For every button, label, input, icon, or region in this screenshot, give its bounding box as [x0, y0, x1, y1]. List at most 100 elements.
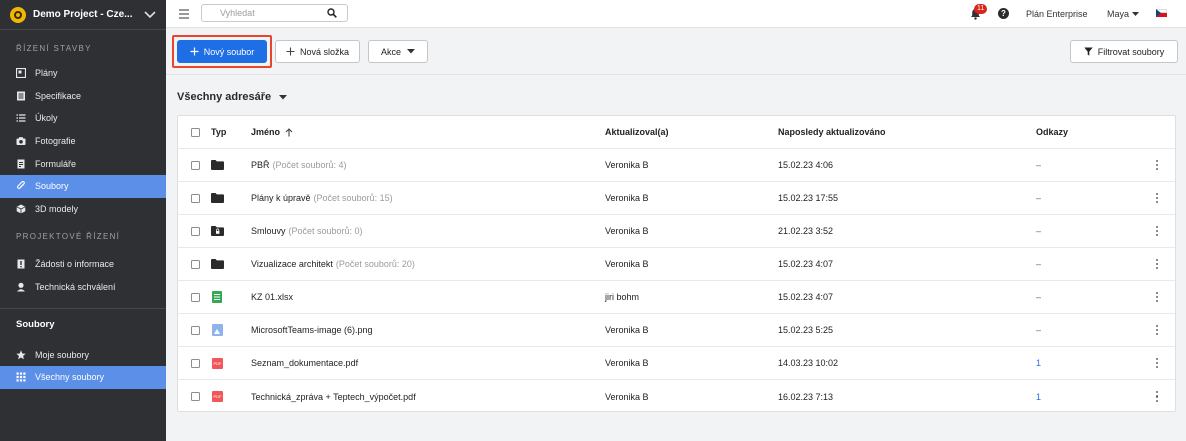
column-updated-by[interactable]: Aktualizoval(a)	[605, 116, 669, 148]
tasks-icon	[16, 113, 26, 123]
sidebar-item-3d-modely[interactable]: 3D modely	[0, 198, 166, 221]
sidebar-item-label: Plány	[35, 68, 58, 79]
filter-icon	[1084, 47, 1093, 56]
updated-by: Veronika B	[605, 325, 649, 335]
sidebar-item-label: Úkoly	[35, 113, 58, 124]
more-options-icon[interactable]	[1153, 149, 1161, 181]
sidebar-item-label: 3D modely	[35, 203, 79, 214]
cube-icon	[16, 204, 26, 214]
table-row[interactable]: PDF Technická_zpráva + Teptech_výpočet.p…	[178, 380, 1175, 413]
sidebar-item-soubory[interactable]: Soubory	[0, 174, 166, 198]
sidebar-item-label: Moje soubory	[35, 349, 90, 360]
updated-date: 14.03.23 10:02	[778, 358, 839, 368]
file-name: MicrosoftTeams-image (6).png	[251, 325, 373, 335]
sidebar-item-specifikace[interactable]: Specifikace	[0, 85, 166, 108]
row-checkbox[interactable]	[191, 259, 200, 269]
table-row[interactable]: PDF Seznam_dokumentace.pdf Veronika B 14…	[178, 347, 1175, 380]
more-options-icon[interactable]	[1153, 347, 1161, 379]
file-name: Smlouvy (Počet souborů: 0)	[251, 226, 363, 236]
updated-by: Veronika B	[605, 358, 649, 368]
updated-by: Veronika B	[605, 160, 649, 170]
czech-flag-icon[interactable]	[1156, 9, 1167, 17]
row-checkbox[interactable]	[191, 325, 200, 335]
actions-dropdown[interactable]: Akce	[368, 40, 428, 63]
search-input[interactable]: Vyhledat	[201, 4, 348, 22]
grid-icon	[16, 372, 26, 382]
table-row[interactable]: Vizualizace architekt (Počet souborů: 20)…	[178, 248, 1175, 281]
sidebar-item-label: Technická schválení	[35, 282, 116, 293]
more-options-icon[interactable]	[1153, 215, 1161, 247]
column-type[interactable]: Typ	[211, 116, 226, 148]
sidebar: Demo Project - Cze... ŘÍZENÍ STAVBY Plán…	[0, 0, 166, 441]
sidebar-item-technicka-schvaleni[interactable]: Technická schválení	[0, 276, 166, 299]
sidebar-divider	[0, 308, 166, 309]
forms-icon	[16, 159, 26, 169]
table-row[interactable]: PBŘ (Počet souborů: 4) Veronika B 15.02.2…	[178, 149, 1175, 182]
more-options-icon[interactable]	[1153, 314, 1161, 346]
filter-files-button[interactable]: Filtrovat soubory	[1070, 40, 1178, 63]
updated-date: 15.02.23 5:25	[778, 325, 834, 335]
updated-by: Veronika B	[605, 259, 649, 269]
more-options-icon[interactable]	[1153, 182, 1161, 214]
specification-icon	[16, 91, 26, 101]
sidebar-item-fotografie[interactable]: Fotografie	[0, 130, 166, 153]
folder-icon	[211, 193, 224, 203]
updated-by: Veronika B	[605, 193, 649, 203]
project-switcher[interactable]: Demo Project - Cze...	[0, 0, 166, 30]
row-checkbox[interactable]	[191, 358, 200, 368]
more-options-icon[interactable]	[1153, 380, 1161, 413]
updated-date: 16.02.23 7:13	[778, 391, 834, 402]
row-checkbox[interactable]	[191, 226, 200, 236]
person-icon	[16, 282, 26, 292]
chevron-down-icon	[144, 10, 156, 18]
links-count: –	[1036, 226, 1042, 236]
row-checkbox[interactable]	[191, 160, 200, 170]
file-name: Vizualizace architekt (Počet souborů: 20)	[251, 259, 415, 269]
sidebar-item-vsechny-soubory[interactable]: Všechny soubory	[0, 365, 166, 389]
new-folder-button[interactable]: Nová složka	[275, 40, 360, 63]
sidebar-item-plany[interactable]: Plány	[0, 62, 166, 85]
links-count[interactable]: 1	[1036, 380, 1041, 413]
rfi-icon	[16, 259, 26, 269]
more-options-icon[interactable]	[1153, 281, 1161, 313]
sidebar-item-zadosti[interactable]: Žádosti o informace	[0, 253, 166, 276]
table-row[interactable]: Smlouvy (Počet souborů: 0) Veronika B 21.…	[178, 215, 1175, 248]
column-name[interactable]: Jméno	[251, 116, 293, 148]
caret-down-icon	[407, 49, 415, 54]
updated-date: 21.02.23 3:52	[778, 226, 834, 236]
section-title-construction: ŘÍZENÍ STAVBY	[16, 44, 92, 53]
sidebar-item-formulare[interactable]: Formuláře	[0, 152, 166, 175]
caret-down-icon	[279, 94, 288, 100]
links-count[interactable]: 1	[1036, 347, 1041, 379]
sidebar-item-label: Formuláře	[35, 158, 77, 169]
row-checkbox[interactable]	[191, 292, 200, 302]
locked-folder-icon	[211, 226, 224, 236]
more-options-icon[interactable]	[1153, 248, 1161, 280]
table-row[interactable]: KZ 01.xlsx jiri bohm 15.02.23 4:07 –	[178, 281, 1175, 314]
sidebar-item-ukoly[interactable]: Úkoly	[0, 107, 166, 130]
column-links[interactable]: Odkazy	[1036, 116, 1068, 148]
folder-icon	[211, 160, 224, 170]
column-last-updated[interactable]: Naposledy aktualizováno	[778, 116, 886, 148]
table-row[interactable]: Plány k úpravě (Počet souborů: 15) Veroni…	[178, 182, 1175, 215]
file-name: Plány k úpravě (Počet souborů: 15)	[251, 193, 393, 203]
links-count: –	[1036, 325, 1042, 335]
star-icon	[16, 349, 26, 360]
table-row[interactable]: MicrosoftTeams-image (6).png Veronika B …	[178, 314, 1175, 347]
notification-badge: 11	[974, 4, 988, 14]
select-all-checkbox[interactable]	[191, 127, 200, 137]
help-icon[interactable]: ?	[998, 8, 1009, 19]
sidebar-item-label: Fotografie	[35, 136, 76, 147]
plan-label[interactable]: Plán Enterprise	[1026, 9, 1088, 19]
row-checkbox[interactable]	[191, 193, 200, 203]
user-menu[interactable]: Maya	[1107, 9, 1139, 19]
section-title-files: Soubory	[16, 319, 55, 331]
sort-ascending-icon	[285, 127, 293, 136]
sidebar-item-moje-soubory[interactable]: Moje soubory	[0, 343, 166, 366]
search-icon[interactable]	[327, 8, 337, 18]
directory-selector[interactable]: Všechny adresáře	[177, 91, 288, 103]
row-checkbox[interactable]	[191, 392, 200, 401]
project-logo-icon	[10, 6, 26, 23]
menu-icon[interactable]	[179, 9, 189, 21]
image-file-icon	[212, 324, 223, 336]
